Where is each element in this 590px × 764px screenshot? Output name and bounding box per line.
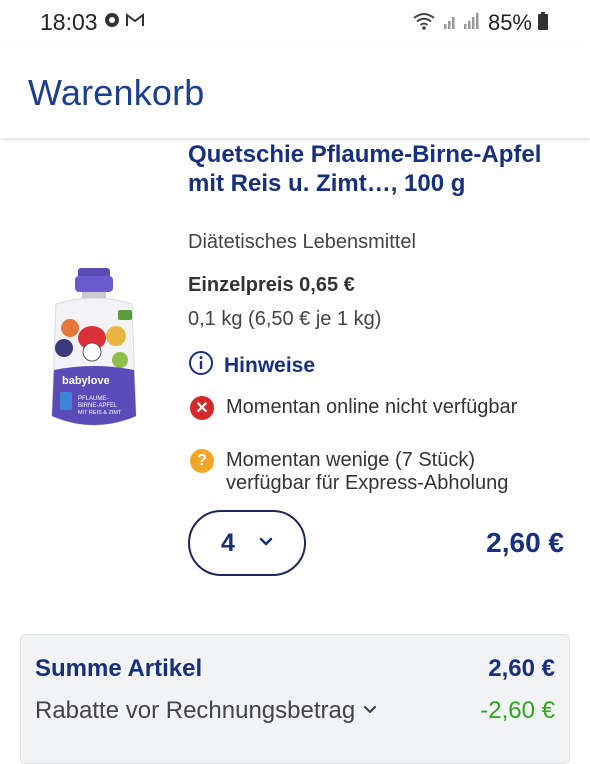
discount-label: Rabatte vor Rechnungsbetrag — [35, 697, 356, 724]
svg-text:babylove: babylove — [62, 375, 110, 387]
svg-text:MIT REIS & ZIMT: MIT REIS & ZIMT — [78, 410, 122, 416]
wifi-icon — [412, 10, 436, 36]
chevron-down-icon — [363, 702, 377, 720]
status-bar: 18:03 85% — [0, 0, 590, 48]
battery-icon — [538, 10, 548, 36]
discount-toggle[interactable]: Rabatte vor Rechnungsbetrag — [35, 697, 377, 725]
line-total: 2,60 € — [486, 527, 564, 558]
chevron-down-icon — [259, 534, 273, 552]
product-image[interactable]: babylove PFLAUME- BIRNE-APFEL MIT REIS &… — [48, 266, 140, 432]
battery-percent: 85% — [487, 10, 532, 35]
base-price: 0,1 kg (6,50 € je 1 kg) — [188, 308, 382, 330]
order-summary: Summe Artikel 2,60 € Rabatte vor Rechnun… — [20, 634, 570, 764]
unit-price: Einzelpreis 0,65 € — [188, 274, 355, 296]
status-icons-left — [104, 12, 144, 33]
items-sum-value: 2,60 € — [488, 655, 555, 682]
discount-value: -2,60 € — [480, 697, 555, 724]
availability-online-text: Momentan online nicht verfügbar — [226, 396, 518, 418]
page-title: Warenkorb — [28, 72, 205, 113]
notification-dot-icon — [104, 12, 120, 33]
info-icon — [188, 350, 214, 381]
product-title[interactable]: Quetschie Pflaume-Birne-Apfel mit Reis u… — [188, 140, 558, 198]
availability-online: ✕ Momentan online nicht verfügbar — [190, 396, 556, 420]
availability-express: ? Momentan wenige (7 Stück) verfügbar fü… — [190, 449, 556, 495]
app-header: Warenkorb — [0, 48, 590, 138]
quantity-dropdown[interactable]: 4 — [188, 510, 306, 576]
svg-text:PFLAUME-: PFLAUME- — [78, 396, 108, 402]
quantity-value: 4 — [221, 528, 235, 557]
items-sum-label: Summe Artikel — [35, 655, 203, 682]
hints-link[interactable]: Hinweise — [188, 350, 315, 381]
gmail-icon — [126, 13, 144, 32]
status-time: 18:03 — [40, 9, 98, 35]
question-icon: ? — [190, 449, 214, 473]
svg-text:BIRNE-APFEL: BIRNE-APFEL — [78, 403, 118, 409]
signal-icon — [442, 10, 482, 36]
status-icons-right: 85% — [412, 10, 548, 36]
product-category: Diätetisches Lebensmittel — [188, 231, 416, 253]
availability-express-text: Momentan wenige (7 Stück) verfügbar für … — [226, 449, 509, 494]
hints-label: Hinweise — [224, 353, 316, 377]
error-x-icon: ✕ — [190, 396, 214, 420]
